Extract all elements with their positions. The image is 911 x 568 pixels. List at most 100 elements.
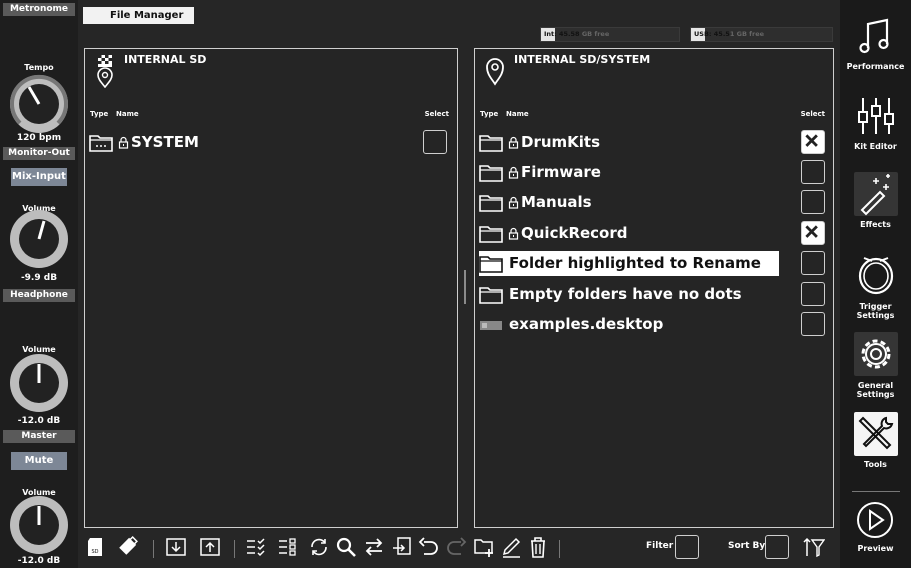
nav-effects-label: Effects: [860, 220, 891, 229]
list-item-highlighted[interactable]: Folder highlighted to Rename: [479, 251, 779, 276]
left-file-panel: INTERNAL SD Type Name Select SYSTEM: [84, 48, 458, 528]
select-all-icon[interactable]: [245, 536, 267, 558]
lock-icon: [508, 136, 519, 149]
item-name: QuickRecord: [521, 224, 628, 242]
item-name: SYSTEM: [131, 133, 199, 151]
nav-general-settings[interactable]: General Settings: [840, 332, 911, 402]
nav-trigger-settings[interactable]: Trigger Settings: [840, 252, 911, 322]
download-icon[interactable]: [165, 536, 187, 558]
tools-wrench-screwdriver-icon: [858, 416, 894, 450]
nav-kit-editor[interactable]: Kit Editor: [840, 94, 911, 154]
left-panel-title: INTERNAL SD: [124, 53, 207, 66]
deselect-all-icon[interactable]: [277, 536, 299, 558]
rename-pencil-icon[interactable]: [500, 536, 522, 558]
toolbar-separator: [153, 540, 154, 558]
nav-preview-label: Preview: [857, 544, 894, 553]
right-col-type: Type: [480, 110, 499, 118]
mixer-sidebar: Metronome Tempo 120 bpm Monitor-Out Mix-…: [0, 0, 78, 568]
monitor-out-header: Monitor-Out: [3, 147, 75, 160]
filter-label: Filter: [646, 541, 674, 551]
usb-drive-icon[interactable]: [116, 536, 138, 558]
sort-filter-icon[interactable]: [803, 536, 825, 558]
select-checkbox[interactable]: [801, 282, 825, 306]
undo-icon[interactable]: [418, 536, 440, 558]
select-checkbox[interactable]: [801, 251, 825, 275]
nav-preview[interactable]: Preview: [840, 500, 911, 560]
storage-int-suffix: GB free: [579, 30, 610, 38]
metronome-header: Metronome: [3, 3, 75, 16]
search-icon[interactable]: [335, 536, 357, 558]
headphone-volume-knob[interactable]: [7, 351, 71, 415]
list-item[interactable]: DrumKits: [479, 130, 829, 155]
storage-usb-bar: USB: 45.51 GB free: [690, 27, 833, 42]
select-checkbox[interactable]: [801, 190, 825, 214]
location-pin-icon: [486, 58, 504, 86]
master-volume-knob[interactable]: [7, 493, 71, 557]
drum-pad-icon: [858, 257, 894, 295]
tempo-knob[interactable]: [7, 72, 71, 136]
play-circle-icon: [857, 502, 893, 538]
nav-general-settings-label: General Settings: [856, 381, 895, 399]
panel-resize-handle[interactable]: [464, 270, 466, 304]
item-name: Empty folders have no dots: [509, 285, 742, 303]
redo-icon[interactable]: [445, 536, 467, 558]
folder-icon: [479, 135, 503, 152]
nav-performance[interactable]: Performance: [840, 14, 911, 74]
headphone-volume-value: -12.0 dB: [17, 416, 61, 426]
select-checkbox[interactable]: [423, 130, 447, 154]
file-manager-main: File Manager Int: 45.58 GB free USB: 45.…: [78, 0, 840, 568]
nav-tools-label: Tools: [864, 460, 887, 469]
item-name: Firmware: [521, 163, 601, 181]
folder-icon: [479, 195, 503, 212]
list-item[interactable]: QuickRecord: [479, 221, 829, 246]
mix-input-button[interactable]: Mix-Input: [11, 168, 67, 186]
select-checkbox[interactable]: [801, 312, 825, 336]
master-header: Master: [3, 430, 75, 443]
select-checkbox[interactable]: [801, 160, 825, 184]
item-name: Folder highlighted to Rename: [509, 254, 761, 272]
right-panel-title: INTERNAL SD/SYSTEM: [514, 53, 651, 66]
lock-icon: [508, 196, 519, 209]
nav-tools[interactable]: Tools: [840, 412, 911, 472]
storage-int-label: Int: 45.58: [544, 30, 580, 38]
tempo-label: Tempo: [24, 63, 54, 72]
filter-checkbox[interactable]: [675, 535, 699, 559]
storage-int-bar: Int: 45.58 GB free: [540, 27, 680, 42]
select-checkbox-checked[interactable]: [801, 221, 825, 245]
upload-icon[interactable]: [199, 536, 221, 558]
magic-wand-icon: [860, 174, 890, 216]
sd-card-icon[interactable]: SD: [85, 536, 107, 558]
nav-separator: [852, 491, 900, 492]
folder-with-content-icon: [89, 135, 113, 152]
nav-effects[interactable]: Effects: [840, 172, 911, 232]
list-item[interactable]: SYSTEM: [89, 130, 453, 155]
x-mark-icon: [805, 134, 818, 147]
tab-file-manager[interactable]: File Manager: [83, 7, 194, 24]
item-name: examples.desktop: [509, 315, 664, 333]
refresh-icon[interactable]: [308, 536, 330, 558]
new-folder-icon[interactable]: [473, 536, 495, 558]
list-item[interactable]: Firmware: [479, 160, 829, 185]
trash-icon[interactable]: [527, 536, 549, 558]
list-item[interactable]: examples.desktop: [479, 312, 829, 337]
sort-by-label: Sort By: [728, 541, 766, 551]
list-item[interactable]: Empty folders have no dots: [479, 282, 829, 307]
sort-by-checkbox[interactable]: [765, 535, 789, 559]
left-col-name: Name: [116, 110, 139, 118]
nav-trigger-settings-label: Trigger Settings: [856, 302, 895, 320]
select-checkbox-checked[interactable]: [801, 130, 825, 154]
mute-button[interactable]: Mute: [11, 452, 67, 470]
lock-icon: [508, 227, 519, 240]
toolbar-separator: [234, 540, 235, 558]
swap-icon[interactable]: [363, 536, 385, 558]
left-col-select: Select: [424, 110, 449, 118]
list-item[interactable]: Manuals: [479, 190, 829, 215]
right-col-name: Name: [506, 110, 529, 118]
move-to-icon[interactable]: [391, 536, 413, 558]
right-col-select: Select: [800, 110, 825, 118]
monitor-volume-knob[interactable]: [7, 207, 71, 271]
music-note-icon: [859, 18, 889, 54]
storage-usb-label: USB: 45.5: [694, 30, 730, 38]
left-col-type: Type: [90, 110, 109, 118]
file-icon: [480, 321, 502, 330]
